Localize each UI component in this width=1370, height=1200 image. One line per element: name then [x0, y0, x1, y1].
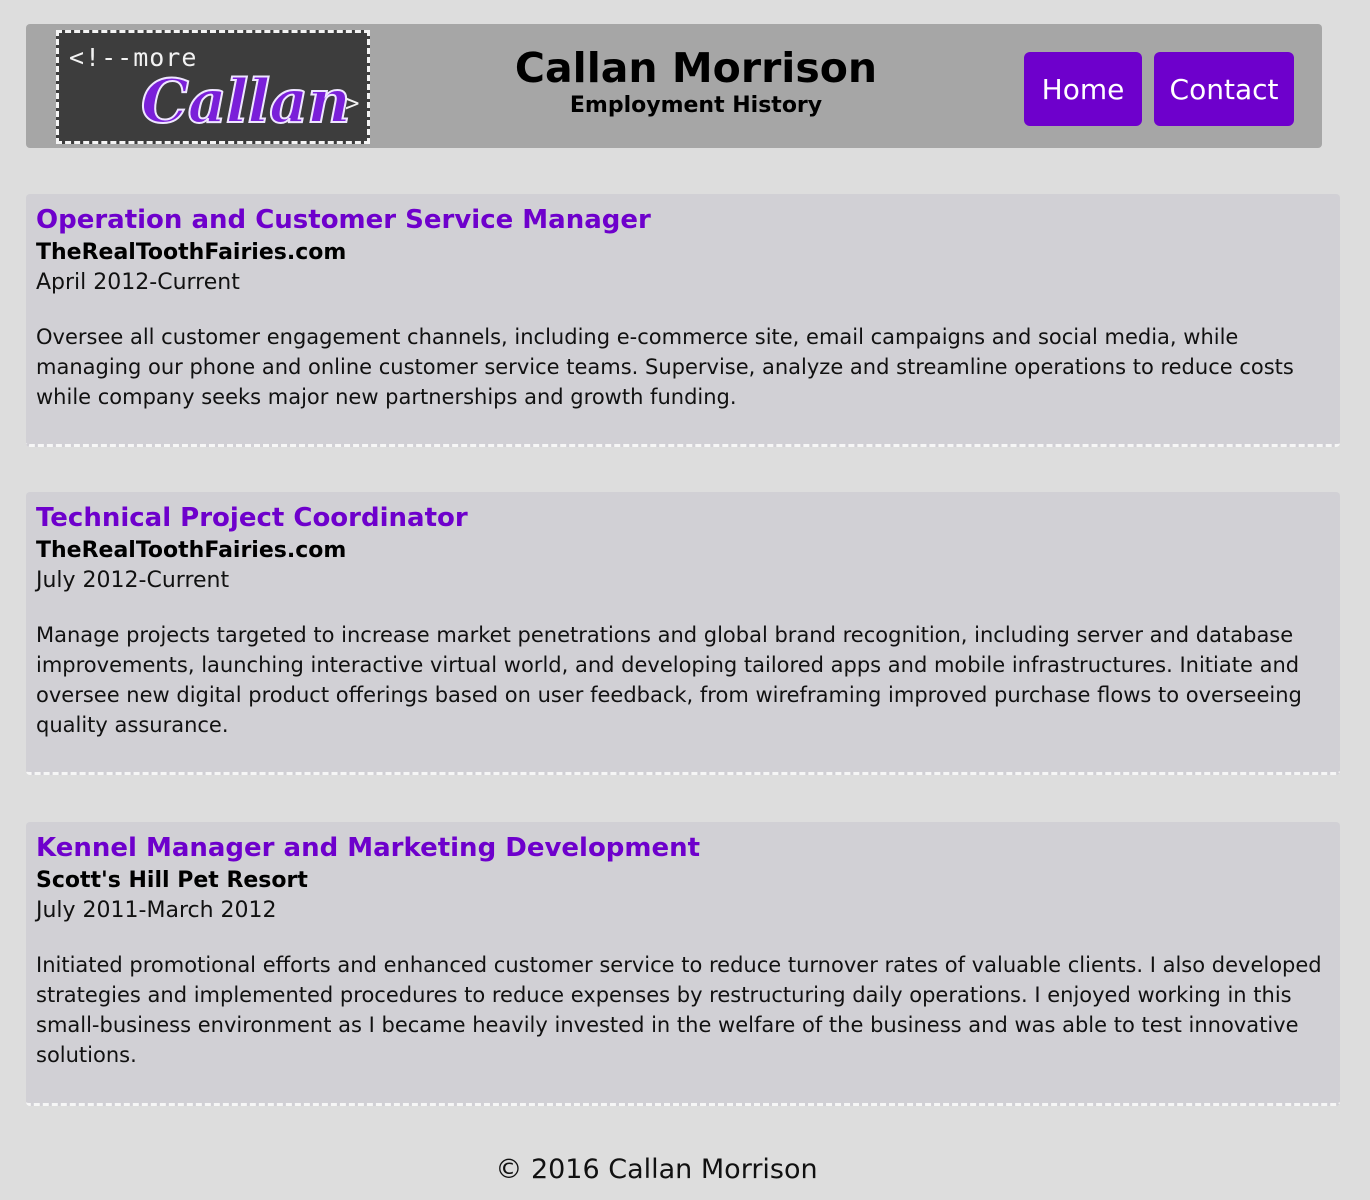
logo-close-text: > [345, 89, 360, 117]
job-dates: April 2012-Current [36, 270, 240, 295]
contact-button[interactable]: Contact [1154, 52, 1294, 126]
job-dates: July 2012-Current [36, 568, 230, 593]
job-card: Kennel Manager and Marketing Development… [26, 822, 1340, 1106]
site-header: <!--more Callan > Callan Morrison Employ… [26, 24, 1322, 148]
job-company: TheRealToothFairies.com [36, 538, 347, 563]
job-company: TheRealToothFairies.com [36, 240, 347, 265]
site-subtitle: Employment History [569, 93, 823, 118]
job-dates: July 2011-March 2012 [36, 898, 277, 923]
site-footer: © 2016 Callan Morrison [495, 1154, 818, 1185]
job-card: Technical Project Coordinator TheRealToo… [26, 492, 1340, 775]
job-card: Operation and Customer Service Manager T… [26, 194, 1340, 447]
site-title: Callan Morrison [514, 44, 878, 92]
home-button[interactable]: Home [1024, 52, 1142, 126]
title-block: Callan Morrison Employment History [446, 44, 946, 120]
job-title: Kennel Manager and Marketing Development [36, 833, 701, 863]
job-company: Scott's Hill Pet Resort [36, 868, 308, 893]
job-title: Operation and Customer Service Manager [36, 205, 651, 235]
site-logo[interactable]: <!--more Callan > [56, 30, 370, 144]
job-description: Manage projects targeted to increase mar… [36, 623, 1302, 737]
job-description: Initiated promotional efforts and enhanc… [36, 953, 1322, 1067]
job-title: Technical Project Coordinator [36, 503, 468, 533]
logo-name-text: Callan [140, 66, 352, 138]
job-description: Oversee all customer engagement channels… [36, 325, 1294, 409]
